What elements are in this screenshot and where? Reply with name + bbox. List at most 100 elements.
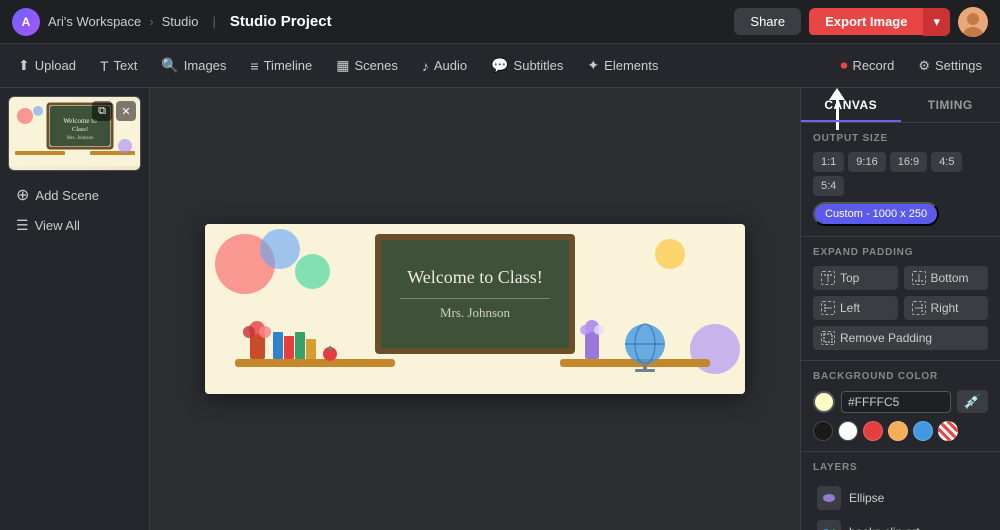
export-dropdown-arrow[interactable]: ▾ [923, 8, 950, 36]
main-area: Welcome to Class! Mrs. Johnson ⧉ ✕ ⊕ [0, 88, 1000, 530]
padding-bottom-label: Bottom [931, 271, 969, 285]
scene-duplicate-button[interactable]: ⧉ [92, 101, 112, 121]
toolbar: ⬆ Upload T Text 🔍 Images ≡ Timeline ▦ Sc… [0, 44, 1000, 88]
padding-top-label: Top [840, 271, 859, 285]
share-button[interactable]: Share [734, 8, 801, 35]
header-divider: | [213, 14, 216, 29]
breadcrumb-sep: › [149, 14, 153, 29]
padding-right-button[interactable]: Right [904, 296, 989, 320]
layers-section: LAYERS Ellipse books clip art [801, 452, 1000, 530]
right-panel: CANVAS TIMING OUTPUT SIZE 1:1 9:16 16:9 … [800, 88, 1000, 530]
toolbar-images[interactable]: 🔍 Images [151, 51, 236, 80]
add-scene-icon: ⊕ [16, 185, 29, 205]
toolbar-record[interactable]: ⏺ Record [830, 51, 904, 80]
scene-background: Welcome to Class! Mrs. Johnson [205, 224, 745, 394]
record-label: Record [852, 58, 894, 73]
record-icon: ⏺ [840, 57, 847, 74]
studio-label: Studio [162, 14, 199, 29]
subtitles-label: Subtitles [514, 58, 564, 73]
bg-color-value: #FFFFC5 [841, 391, 951, 413]
tab-timing[interactable]: TIMING [901, 88, 1000, 122]
layers-label: LAYERS [813, 462, 988, 473]
upload-label: Upload [35, 58, 76, 73]
timeline-label: Timeline [264, 58, 313, 73]
add-scene-button[interactable]: ⊕ Add Scene [8, 179, 141, 211]
toolbar-subtitles[interactable]: 💬 Subtitles [481, 51, 573, 80]
bg-color-swatch[interactable] [813, 391, 835, 413]
view-all-label: View All [35, 218, 80, 233]
header-left: A Ari's Workspace › Studio | Studio Proj… [12, 8, 332, 36]
view-all-icon: ☰ [16, 217, 29, 234]
eyedropper-button[interactable]: 💉 [957, 390, 988, 413]
timeline-icon: ≡ [250, 58, 258, 74]
images-label: Images [184, 58, 227, 73]
layer-books-name: books clip art [849, 525, 920, 530]
scene-delete-button[interactable]: ✕ [116, 101, 136, 121]
export-image-button[interactable]: Export Image [809, 8, 923, 35]
svg-text:Class!: Class! [71, 126, 87, 133]
upload-icon: ⬆ [18, 57, 30, 74]
bg-color-label: BACKGROUND COLOR [813, 371, 988, 382]
svg-text:Mrs. Johnson: Mrs. Johnson [66, 136, 93, 141]
view-all-button[interactable]: ☰ View All [8, 211, 141, 240]
padding-left-icon [821, 301, 835, 315]
elements-label: Elements [604, 58, 658, 73]
add-scene-label: Add Scene [35, 188, 99, 203]
images-icon: 🔍 [161, 57, 178, 74]
preset-red[interactable] [863, 421, 883, 441]
scenes-icon: ▦ [336, 57, 349, 74]
preset-orange[interactable] [888, 421, 908, 441]
size-btn-16-9[interactable]: 16:9 [890, 152, 927, 172]
toolbar-audio[interactable]: ♪ Audio [412, 52, 477, 80]
toolbar-timeline[interactable]: ≡ Timeline [240, 52, 322, 80]
preset-blue[interactable] [913, 421, 933, 441]
output-size-label: OUTPUT SIZE [813, 133, 988, 144]
toolbar-scenes[interactable]: ▦ Scenes [326, 51, 408, 80]
toolbar-upload[interactable]: ⬆ Upload [8, 51, 86, 80]
padding-top-icon [821, 271, 835, 285]
padding-grid: Top Bottom Left [813, 266, 988, 320]
preset-black[interactable] [813, 421, 833, 441]
panel-tabs: CANVAS TIMING [801, 88, 1000, 123]
export-btn-group: Export Image ▾ [809, 8, 950, 36]
padding-right-icon [912, 301, 926, 315]
preset-white[interactable] [838, 421, 858, 441]
toolbar-settings[interactable]: ⚙ Settings [908, 52, 992, 80]
layer-books[interactable]: books clip art [813, 515, 988, 530]
expand-padding-section: EXPAND PADDING Top Bottom [801, 237, 1000, 361]
padding-bottom-button[interactable]: Bottom [904, 266, 989, 290]
padding-left-button[interactable]: Left [813, 296, 898, 320]
size-btn-4-5[interactable]: 4:5 [931, 152, 962, 172]
active-size-button[interactable]: Custom - 1000 x 250 [813, 202, 939, 226]
scene-thumbnail[interactable]: Welcome to Class! Mrs. Johnson ⧉ ✕ [8, 96, 141, 171]
audio-label: Audio [434, 58, 467, 73]
scenes-label: Scenes [354, 58, 397, 73]
size-btn-9-16[interactable]: 9:16 [848, 152, 885, 172]
audio-icon: ♪ [422, 58, 429, 74]
text-label: Text [114, 58, 138, 73]
canvas-area: Welcome to Class! Mrs. Johnson [150, 88, 800, 530]
tab-canvas[interactable]: CANVAS [801, 88, 901, 122]
size-buttons: 1:1 9:16 16:9 4:5 5:4 [813, 152, 988, 196]
canvas-content[interactable]: Welcome to Class! Mrs. Johnson [205, 224, 745, 394]
padding-bottom-icon [912, 271, 926, 285]
scene-svg [205, 224, 745, 394]
settings-label: Settings [935, 58, 982, 73]
toolbar-elements[interactable]: ✦ Elements [577, 51, 668, 80]
text-icon: T [100, 58, 109, 74]
remove-padding-icon [821, 331, 835, 345]
elements-icon: ✦ [587, 57, 599, 74]
preset-striped[interactable] [938, 421, 958, 441]
size-btn-5-4[interactable]: 5:4 [813, 176, 844, 196]
toolbar-text[interactable]: T Text [90, 52, 147, 80]
remove-padding-button[interactable]: Remove Padding [813, 326, 988, 350]
padding-left-label: Left [840, 301, 860, 315]
layer-ellipse[interactable]: Ellipse [813, 481, 988, 515]
scene-thumb-actions: ⧉ ✕ [92, 101, 136, 121]
padding-top-button[interactable]: Top [813, 266, 898, 290]
workspace-avatar: A [12, 8, 40, 36]
project-title: Studio Project [230, 13, 332, 30]
size-btn-1-1[interactable]: 1:1 [813, 152, 844, 172]
left-sidebar: Welcome to Class! Mrs. Johnson ⧉ ✕ ⊕ [0, 88, 150, 530]
subtitles-icon: 💬 [491, 57, 508, 74]
